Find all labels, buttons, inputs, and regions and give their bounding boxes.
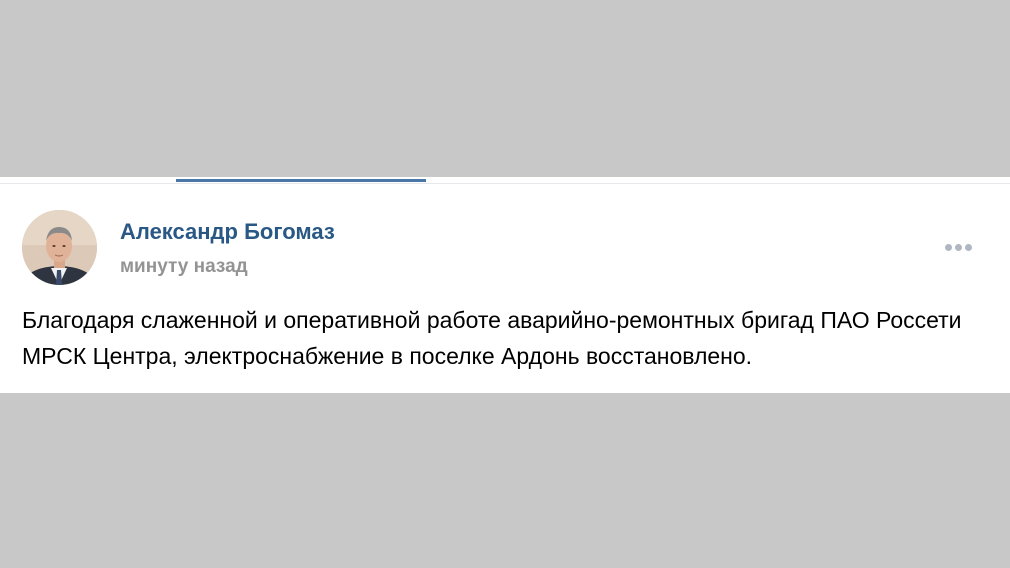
more-horizontal-icon: [964, 243, 972, 251]
more-horizontal-icon: [944, 243, 952, 251]
tab-strip: [0, 177, 1010, 184]
more-horizontal-icon: [954, 243, 962, 251]
active-tab-indicator: [176, 179, 426, 182]
post-timestamp-link[interactable]: минуту назад: [120, 256, 248, 278]
author-portrait-icon: [22, 210, 97, 285]
author-name-link[interactable]: Александр Богомаз: [120, 219, 335, 245]
more-options-button[interactable]: [938, 237, 978, 257]
avatar[interactable]: [22, 210, 97, 285]
post-text: Благодаря слаженной и оперативной работе…: [22, 307, 962, 369]
post-card: Александр Богомаз минуту назад Благодаря…: [0, 177, 1010, 393]
